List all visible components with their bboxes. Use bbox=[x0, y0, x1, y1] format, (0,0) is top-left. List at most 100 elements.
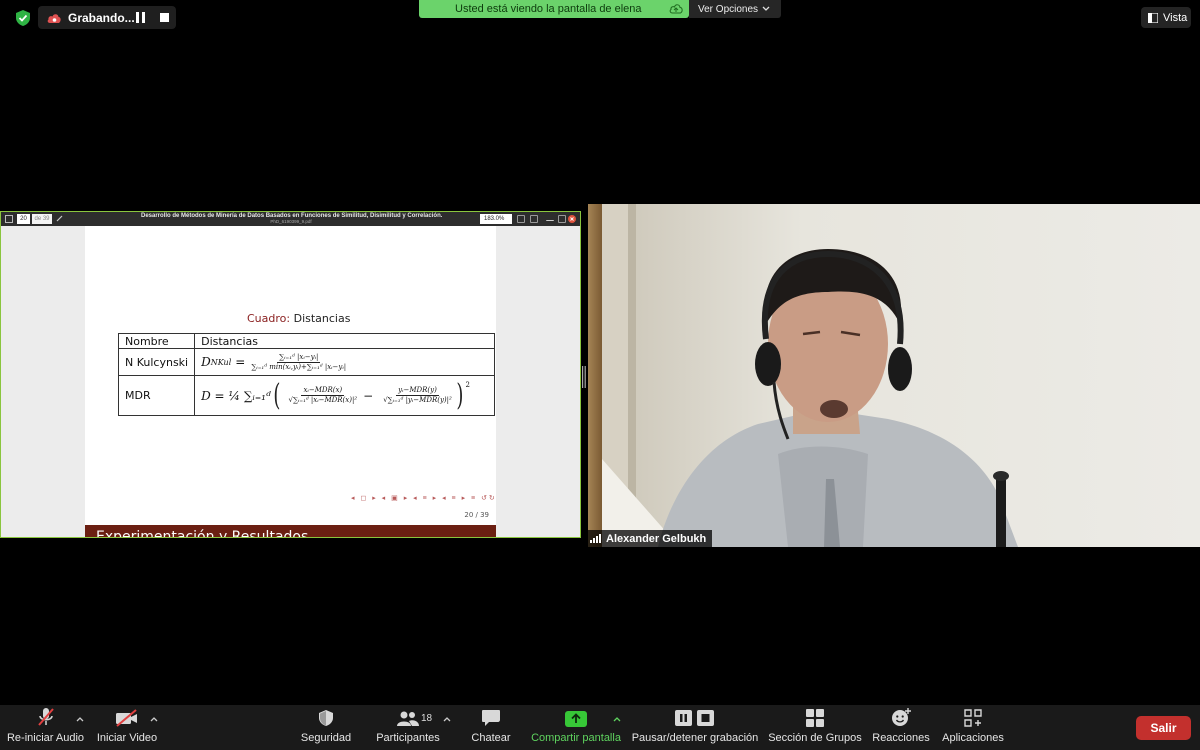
screen-share-banner: Usted está viendo la pantalla de elena bbox=[419, 0, 689, 18]
table-header-row: Nombre Distancias bbox=[117, 333, 496, 349]
splitter-handle[interactable] bbox=[582, 366, 586, 388]
view-options-label: Ver Opciones bbox=[698, 3, 759, 15]
audio-button[interactable]: Re-iniciar Audio bbox=[6, 705, 85, 750]
security-button[interactable]: Seguridad bbox=[300, 705, 352, 750]
distances-table: Nombre Distancias N Kulcynski D NKul = ∑… bbox=[117, 333, 496, 416]
table-row: MDR D = ¼ ∑ᵢ₌₁ᵈ ( xᵢ−MDR(x) √∑ᵢ₌₁ᵈ |xᵢ−M… bbox=[117, 375, 496, 416]
row-formula: D NKul = ∑ᵢ₌₁ᵈ |xᵢ−yᵢ| ∑ᵢ₌₁ᵈ min(xᵢ,yᵢ)+… bbox=[194, 348, 496, 376]
frac-x-numerator: xᵢ−MDR(x) bbox=[301, 386, 345, 396]
share-screen-label: Compartir pantalla bbox=[531, 732, 621, 744]
chat-button[interactable]: Chatear bbox=[470, 705, 512, 750]
formula-lhs: D = ¼ ∑ᵢ₌₁ᵈ bbox=[201, 388, 271, 403]
pdf-page-total: de 39 bbox=[32, 214, 52, 224]
pause-recording-button[interactable] bbox=[136, 12, 146, 23]
next-slide-title: Experimentación y Resultados bbox=[85, 525, 496, 537]
chevron-down-icon bbox=[762, 6, 770, 11]
video-options-chevron-icon[interactable] bbox=[150, 716, 158, 722]
reactions-button[interactable]: Reacciones bbox=[872, 705, 930, 750]
view-options-dropdown[interactable]: Ver Opciones bbox=[689, 0, 781, 18]
frac-y-denominator: √∑ᵢ₌₁ᵈ |yᵢ−MDR(y)|² bbox=[383, 396, 452, 404]
formula-numerator: ∑ᵢ₌₁ᵈ |xᵢ−yᵢ| bbox=[277, 352, 321, 363]
participants-label: Participantes bbox=[376, 732, 440, 744]
recording-control-label: Pausar/detener grabación bbox=[631, 732, 759, 744]
microphone-muted-icon bbox=[37, 708, 54, 726]
reactions-label: Reacciones bbox=[872, 732, 930, 744]
participants-icon bbox=[397, 711, 419, 726]
formula-fraction-y: yᵢ−MDR(y) √∑ᵢ₌₁ᵈ |yᵢ−MDR(y)|² bbox=[381, 386, 454, 405]
formula-denominator: ∑ᵢ₌₁ᵈ min(xᵢ,yᵢ)+∑ᵢ₌₁ᵈ |xᵢ−yᵢ| bbox=[251, 362, 347, 371]
share-screen-icon bbox=[565, 711, 587, 727]
formula-fraction: ∑ᵢ₌₁ᵈ |xᵢ−yᵢ| ∑ᵢ₌₁ᵈ min(xᵢ,yᵢ)+∑ᵢ₌₁ᵈ |xᵢ… bbox=[249, 353, 348, 372]
caption-text: Distancias bbox=[293, 312, 351, 325]
table-caption: Cuadro: Distancias bbox=[247, 312, 350, 325]
leave-meeting-button[interactable]: Salir bbox=[1136, 716, 1191, 740]
security-shield-icon[interactable] bbox=[14, 9, 32, 27]
view-layout-button[interactable]: Vista bbox=[1141, 7, 1191, 28]
share-options-chevron-icon[interactable] bbox=[613, 716, 621, 722]
pdf-filename: PhD_6190399_9.pdf bbox=[270, 219, 312, 224]
speaker-video-frame bbox=[588, 204, 1200, 547]
participants-chevron-icon[interactable] bbox=[443, 716, 451, 722]
audio-options-chevron-icon[interactable] bbox=[76, 716, 84, 722]
video-label: Iniciar Video bbox=[96, 732, 158, 744]
beamer-navigation-icons[interactable]: ◂ ◻ ▸ ◂ ▣ ▸ ◂ ≡ ▸ ◂ ≡ ▸ ≡ ↺↻ bbox=[351, 494, 496, 502]
pen-icon[interactable] bbox=[56, 215, 63, 222]
share-banner-text: Usted está viendo la pantalla de elena bbox=[455, 3, 642, 15]
participant-name: Alexander Gelbukh bbox=[606, 532, 707, 545]
recording-indicator: Grabando... bbox=[38, 6, 176, 29]
grid-layout-icon bbox=[1148, 12, 1158, 23]
header-distances: Distancias bbox=[194, 333, 496, 349]
participants-button[interactable]: Participantes bbox=[376, 705, 440, 750]
emoji-reactions-icon bbox=[892, 708, 911, 726]
shared-screen[interactable]: 20 de 39 Desarrollo de Métodos de Minerí… bbox=[0, 211, 581, 538]
row-name: N Kulcynski bbox=[117, 348, 196, 376]
breakout-rooms-label: Sección de Grupos bbox=[768, 732, 862, 744]
view-button-label: Vista bbox=[1163, 11, 1188, 24]
close-icon[interactable] bbox=[568, 215, 576, 223]
recording-label: Grabando... bbox=[68, 10, 135, 25]
cloud-recording-icon bbox=[47, 13, 61, 23]
sidebar-toggle-icon[interactable] bbox=[5, 215, 13, 223]
row-formula: D = ¼ ∑ᵢ₌₁ᵈ ( xᵢ−MDR(x) √∑ᵢ₌₁ᵈ |xᵢ−MDR(x… bbox=[194, 375, 496, 416]
participants-count: 18 bbox=[421, 713, 433, 724]
breakout-rooms-button[interactable]: Sección de Grupos bbox=[768, 705, 862, 750]
slide-page-number: 20 / 39 bbox=[464, 511, 489, 519]
maximize-icon[interactable] bbox=[558, 215, 566, 223]
apps-button[interactable]: Aplicaciones bbox=[940, 705, 1006, 750]
formula-subscript: NKul bbox=[210, 357, 232, 367]
apps-label: Aplicaciones bbox=[942, 732, 1004, 744]
mdr-formula: D = ¼ ∑ᵢ₌₁ᵈ ( xᵢ−MDR(x) √∑ᵢ₌₁ᵈ |xᵢ−MDR(x… bbox=[201, 377, 470, 413]
header-name: Nombre bbox=[117, 333, 196, 349]
pdf-viewer-toolbar: 20 de 39 Desarrollo de Métodos de Minerí… bbox=[1, 212, 580, 226]
search-icon[interactable] bbox=[517, 215, 525, 223]
apps-icon bbox=[964, 709, 982, 727]
recording-control-button[interactable]: Pausar/detener grabación bbox=[632, 705, 758, 750]
frac-y-numerator: yᵢ−MDR(y) bbox=[396, 386, 439, 396]
participant-name-tag: Alexander Gelbukh bbox=[588, 530, 713, 547]
row-name: MDR bbox=[117, 375, 196, 416]
formula-exponent: 2 bbox=[465, 380, 470, 389]
minimize-icon[interactable] bbox=[546, 215, 554, 221]
formula-fraction-x: xᵢ−MDR(x) √∑ᵢ₌₁ᵈ |xᵢ−MDR(x)|² bbox=[287, 386, 360, 405]
breakout-rooms-icon bbox=[806, 709, 824, 727]
pdf-page-input[interactable]: 20 bbox=[17, 214, 30, 224]
cloud-icon bbox=[669, 4, 683, 14]
security-label: Seguridad bbox=[300, 732, 352, 744]
pdf-zoom-select[interactable]: 183.0% bbox=[480, 214, 512, 224]
stop-recording-button[interactable] bbox=[160, 13, 169, 22]
speaker-video[interactable] bbox=[588, 204, 1200, 547]
formula-lhs: D bbox=[201, 355, 211, 369]
chat-bubble-icon bbox=[482, 710, 500, 726]
chat-label: Chatear bbox=[471, 732, 511, 744]
video-camera-off-icon bbox=[116, 709, 137, 727]
audio-label: Re-iniciar Audio bbox=[6, 732, 85, 744]
signal-strength-icon bbox=[590, 534, 601, 543]
kulcynski-formula: D NKul = ∑ᵢ₌₁ᵈ |xᵢ−yᵢ| ∑ᵢ₌₁ᵈ min(xᵢ,yᵢ)+… bbox=[201, 352, 348, 372]
menu-icon[interactable] bbox=[530, 215, 538, 223]
share-screen-button[interactable]: Compartir pantalla bbox=[530, 705, 622, 750]
pause-stop-recording-icon bbox=[675, 710, 714, 726]
pdf-slide-page: Cuadro: Distancias Nombre Distancias N K… bbox=[85, 226, 496, 537]
caption-key: Cuadro: bbox=[247, 312, 291, 325]
video-button[interactable]: Iniciar Video bbox=[96, 705, 158, 750]
shield-icon bbox=[319, 710, 333, 726]
